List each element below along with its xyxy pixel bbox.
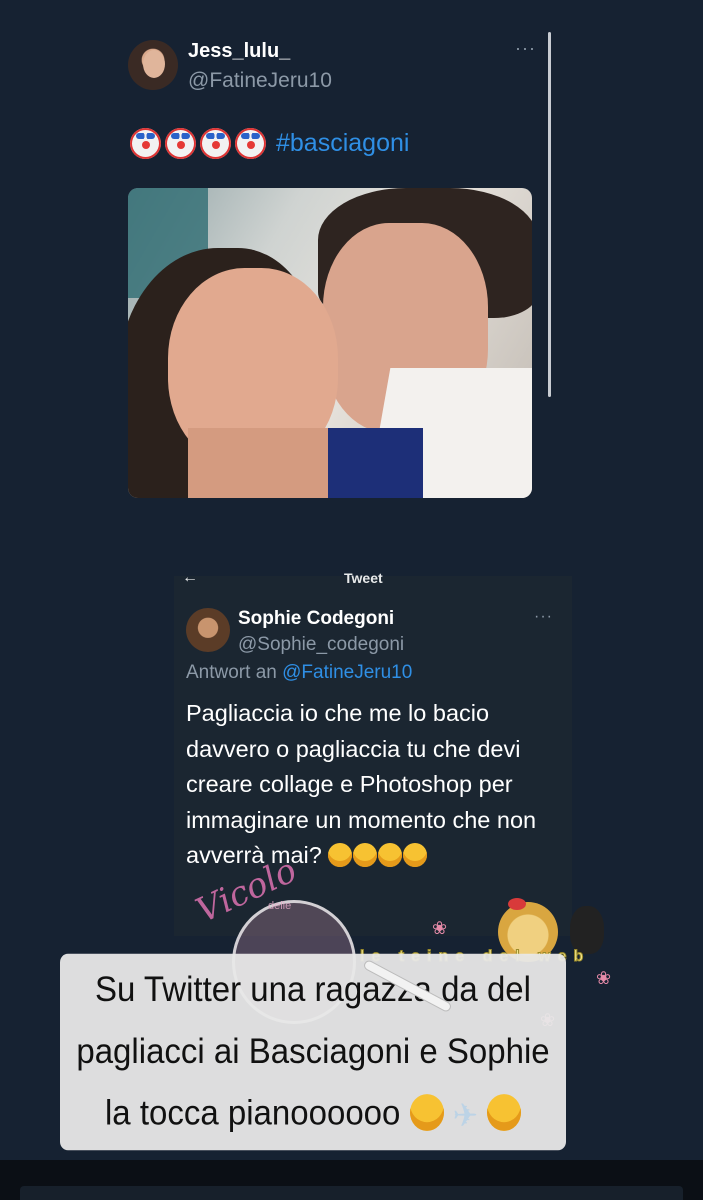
- clown-face-icon: [235, 127, 266, 159]
- paw-icon: ❀: [432, 918, 448, 938]
- tweet-text: #basciagoni: [130, 126, 409, 160]
- clown-face-icon: [130, 127, 161, 159]
- user-handle[interactable]: @FatineJeru10: [188, 69, 332, 93]
- caption-text: Su Twitter una ragazza da del pagliacci …: [76, 968, 550, 1132]
- paw-icon: ❀: [596, 968, 612, 988]
- grinning-squinting-icon: [487, 1093, 522, 1131]
- reply-display-name: Sophie Codegoni: [238, 608, 395, 629]
- reply-avatar: [186, 608, 230, 652]
- reply-body: Pagliaccia io che me lo bacio davvero o …: [186, 696, 566, 874]
- rofl-icon: [403, 843, 428, 867]
- airplane-icon: ✈: [452, 1097, 478, 1134]
- reply-to-line: Antwort an @FatineJeru10: [186, 662, 412, 684]
- hashtag-link[interactable]: #basciagoni: [276, 129, 409, 158]
- header-title: Tweet: [344, 570, 383, 586]
- user-avatar[interactable]: [128, 40, 178, 90]
- reply-mention: @FatineJeru10: [282, 662, 413, 683]
- scrollbar[interactable]: [548, 32, 551, 397]
- bottom-bar: [0, 1160, 703, 1200]
- bow-icon: [508, 898, 526, 910]
- more-options-icon[interactable]: ···: [515, 38, 536, 59]
- rofl-icon: [353, 843, 378, 867]
- rofl-icon: [328, 843, 353, 867]
- cartoon-girl-sticker: [570, 906, 604, 954]
- reply-handle: @Sophie_codegoni: [238, 634, 405, 655]
- clown-face-icon: [165, 127, 196, 159]
- display-name[interactable]: Jess_lulu_: [188, 40, 290, 63]
- more-options-icon: ···: [534, 608, 553, 625]
- watermark-sub: delle: [268, 900, 292, 912]
- story-caption: Su Twitter una ragazza da del pagliacci …: [60, 953, 566, 1151]
- clown-face-icon: [200, 127, 231, 159]
- reply-prefix: Antwort an: [186, 662, 277, 683]
- tweet-photo[interactable]: [128, 188, 532, 498]
- back-arrow-icon: ←: [182, 569, 198, 586]
- rofl-icon: [378, 843, 403, 867]
- rofl-icon: [409, 1093, 444, 1131]
